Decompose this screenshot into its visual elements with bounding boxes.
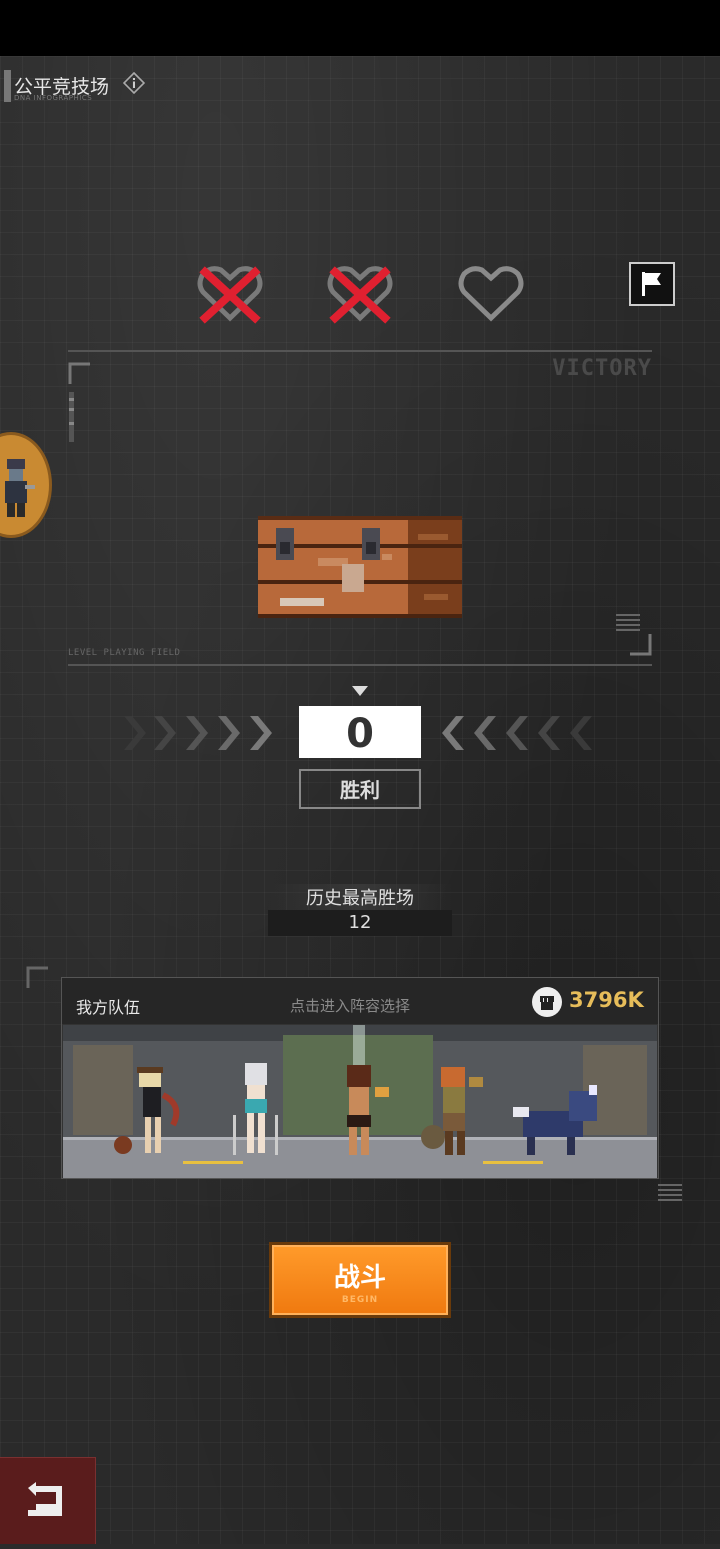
surrender-flag-button[interactable] — [629, 262, 675, 306]
panel-barcode-icon — [658, 1184, 682, 1201]
life-heart-lost-1 — [197, 266, 263, 324]
team-select-hint[interactable]: 点击进入阵容选择 — [290, 995, 410, 1016]
status-bar — [0, 0, 720, 56]
back-arrow-icon — [28, 1482, 62, 1516]
victory-watermark: VICTORY — [552, 356, 652, 381]
life-heart-lost-2 — [327, 266, 393, 324]
info-icon[interactable] — [123, 72, 145, 94]
left-chevrons-decoration — [124, 716, 272, 750]
best-record-value: 12 — [268, 910, 452, 936]
board-bottom-line — [68, 664, 652, 666]
counter-pointer — [352, 686, 368, 696]
field-caption: LEVEL PLAYING FIELD — [68, 648, 181, 658]
fist-power-icon — [532, 987, 562, 1017]
win-counter: 0 — [299, 706, 421, 758]
right-chevrons-decoration — [442, 716, 592, 750]
team-title: 我方队伍 — [76, 998, 141, 1017]
board-side-ticks — [69, 392, 74, 442]
reward-chest-icon[interactable] — [258, 514, 462, 618]
panel-corner-top-left — [26, 966, 48, 988]
title-accent-bar — [4, 70, 11, 102]
fight-button-label: 战斗 — [333, 1263, 386, 1293]
best-record-label: 历史最高胜场 — [268, 884, 452, 910]
barcode-icon — [616, 614, 640, 631]
flag-icon — [642, 272, 661, 296]
team-panel[interactable]: 我方队伍 点击进入阵容选择 3796K — [61, 977, 659, 1179]
team-panel-header: 我方队伍 点击进入阵容选择 3796K — [62, 978, 658, 1024]
fight-button-sublabel: BEGIN — [341, 1295, 379, 1305]
life-heart-remaining — [458, 266, 524, 322]
corner-bracket-top-left — [68, 362, 90, 384]
board-top-line — [68, 350, 652, 352]
fight-button[interactable]: 战斗 BEGIN — [272, 1245, 448, 1315]
page-subtitle: DNA INFOGRAPHICS — [14, 94, 93, 102]
win-label: 胜利 — [299, 769, 421, 809]
team-power-value: 3796K — [569, 988, 644, 1012]
back-button[interactable] — [0, 1457, 96, 1544]
corner-bracket-bottom-right — [630, 634, 652, 656]
team-lineup-image[interactable] — [63, 1025, 657, 1178]
